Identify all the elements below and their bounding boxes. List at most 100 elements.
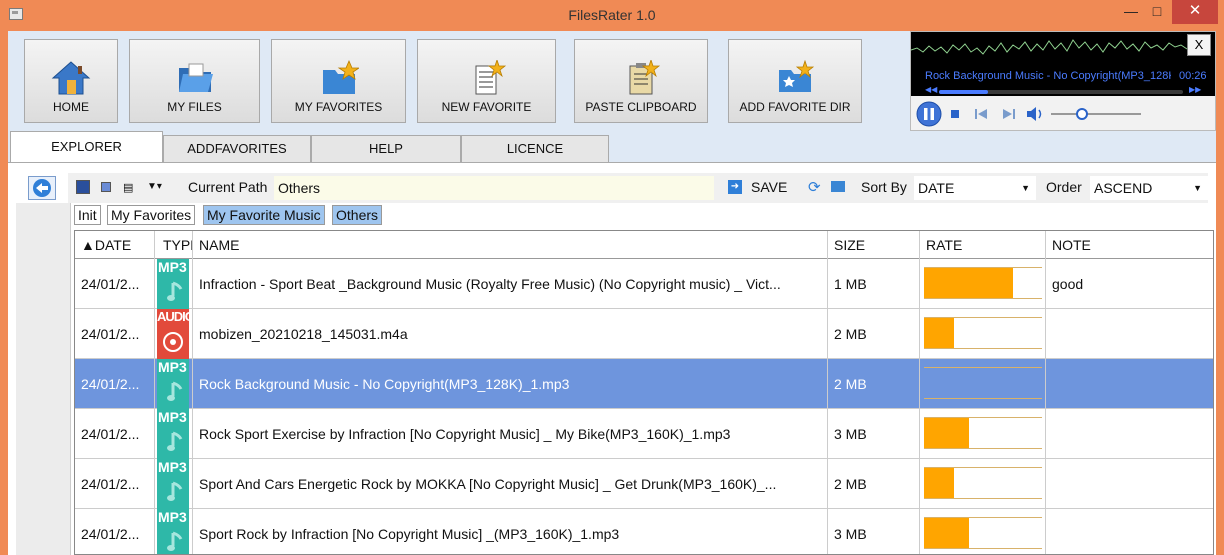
cell-type: MP3 bbox=[155, 409, 193, 459]
cell-type: MP3 bbox=[155, 259, 193, 309]
rating-bar[interactable] bbox=[924, 267, 1042, 299]
cell-note bbox=[1046, 409, 1213, 459]
my-files-button[interactable]: MY FILES bbox=[129, 39, 260, 123]
rating-bar[interactable] bbox=[924, 467, 1042, 499]
folder-icon[interactable] bbox=[831, 181, 845, 192]
rating-bar-fill bbox=[924, 518, 969, 548]
new-favorite-button-label: NEW FAVORITE bbox=[441, 100, 532, 114]
order-select[interactable]: ASCEND ▼ bbox=[1090, 176, 1208, 200]
new-favorite-button[interactable]: NEW FAVORITE bbox=[417, 39, 556, 123]
path-toolbar: ▤ ▼▾ Current Path Others ➜ SAVE ⟳ Sort B… bbox=[68, 173, 1208, 203]
file-type-label: MP3 bbox=[158, 409, 187, 425]
order-label: Order bbox=[1046, 179, 1082, 195]
minimize-button[interactable]: — bbox=[1118, 0, 1144, 24]
home-button-label: HOME bbox=[53, 100, 89, 114]
grid-view-icon[interactable] bbox=[76, 180, 90, 194]
player-controls bbox=[911, 98, 1215, 130]
volume-icon[interactable] bbox=[1027, 107, 1042, 121]
back-button[interactable] bbox=[28, 176, 56, 200]
chevron-down-icon: ▼ bbox=[1193, 183, 1202, 193]
cell-name: Rock Sport Exercise by Infraction [No Co… bbox=[193, 409, 828, 459]
table-row[interactable]: 24/01/2... MP3 Infraction - Sport Beat _Ba… bbox=[75, 259, 1213, 309]
refresh-icon[interactable]: ⟳ bbox=[808, 178, 821, 196]
file-type-label: AUDIO bbox=[157, 309, 193, 324]
my-favorites-button[interactable]: MY FAVORITES bbox=[271, 39, 406, 123]
view-dropdown-icon[interactable]: ▼▾ bbox=[147, 181, 162, 192]
seek-start-icon: ◀◀ bbox=[925, 85, 938, 94]
volume-slider-track[interactable] bbox=[1051, 113, 1141, 115]
player-close-button[interactable]: X bbox=[1187, 34, 1211, 56]
seek-bar[interactable] bbox=[939, 90, 1183, 94]
my-files-button-label: MY FILES bbox=[167, 100, 222, 114]
sort-by-label: Sort By bbox=[861, 179, 907, 195]
cell-date: 24/01/2... bbox=[75, 509, 155, 554]
cell-size: 2 MB bbox=[828, 459, 920, 509]
rating-bar[interactable] bbox=[924, 367, 1042, 399]
client-area: HOME MY FILES MY FAVORITES NEW FAVORITE … bbox=[8, 31, 1216, 555]
previous-button[interactable] bbox=[975, 109, 987, 119]
current-path-input[interactable]: Others bbox=[274, 176, 714, 200]
breadcrumb-others[interactable]: Others bbox=[332, 205, 383, 225]
breadcrumb-my-favorite-music[interactable]: My Favorite Music bbox=[203, 205, 325, 225]
table-row[interactable]: 24/01/2... MP3 Sport Rock by Infraction [N… bbox=[75, 509, 1213, 554]
cell-size: 1 MB bbox=[828, 259, 920, 309]
table-row[interactable]: 24/01/2... MP3 Sport And Cars Energetic Ro… bbox=[75, 459, 1213, 509]
table-row[interactable]: 24/01/2... MP3 Rock Background Music - No … bbox=[75, 359, 1213, 409]
cell-note bbox=[1046, 459, 1213, 509]
order-value: ASCEND bbox=[1094, 180, 1153, 196]
tab-addfavorites[interactable]: ADDFAVORITES bbox=[163, 135, 311, 163]
table-row[interactable]: 24/01/2... AUDIO mobizen_20210218_145031.m… bbox=[75, 309, 1213, 359]
small-icons-view-icon[interactable] bbox=[101, 182, 111, 192]
tab-explorer[interactable]: EXPLORER bbox=[10, 131, 163, 164]
left-navigation bbox=[16, 203, 71, 555]
pause-button[interactable] bbox=[916, 101, 942, 127]
table-row[interactable]: 24/01/2... MP3 Rock Sport Exercise by Infr… bbox=[75, 409, 1213, 459]
cell-rate bbox=[920, 459, 1046, 509]
column-header-rate[interactable]: RATE bbox=[920, 231, 1046, 259]
sort-by-value: DATE bbox=[918, 180, 955, 196]
breadcrumb-my-favorites[interactable]: My Favorites bbox=[107, 205, 196, 225]
music-note-icon bbox=[167, 381, 183, 401]
tab-help[interactable]: HELP bbox=[311, 135, 461, 163]
list-view-icon[interactable]: ▤ bbox=[123, 181, 133, 194]
next-button[interactable] bbox=[1003, 109, 1015, 119]
explorer-panel: ▤ ▼▾ Current Path Others ➜ SAVE ⟳ Sort B… bbox=[8, 163, 1216, 555]
cell-name: Sport Rock by Infraction [No Copyright M… bbox=[193, 509, 828, 554]
cell-type: MP3 bbox=[155, 359, 193, 409]
music-note-icon bbox=[167, 531, 183, 551]
clipboard-star-icon bbox=[629, 60, 661, 95]
rating-bar[interactable] bbox=[924, 317, 1042, 349]
cell-rate bbox=[920, 359, 1046, 409]
cell-name: Infraction - Sport Beat _Background Musi… bbox=[193, 259, 828, 309]
rating-bar[interactable] bbox=[924, 517, 1042, 549]
add-favorite-dir-button-label: ADD FAVORITE DIR bbox=[739, 100, 851, 114]
file-type-label: MP3 bbox=[158, 459, 187, 475]
column-header-size[interactable]: SIZE bbox=[828, 231, 920, 259]
paste-clipboard-button[interactable]: PASTE CLIPBOARD bbox=[574, 39, 708, 123]
cell-date: 24/01/2... bbox=[75, 359, 155, 409]
close-window-button[interactable]: ✕ bbox=[1172, 0, 1218, 24]
column-header-type[interactable]: TYPE bbox=[155, 231, 193, 259]
maximize-button[interactable]: □ bbox=[1144, 0, 1170, 24]
rating-bar[interactable] bbox=[924, 417, 1042, 449]
seek-bar-fill bbox=[939, 90, 988, 94]
save-button[interactable]: SAVE bbox=[751, 179, 787, 195]
tab-licence[interactable]: LICENCE bbox=[461, 135, 609, 163]
column-header-date[interactable]: ▲DATE bbox=[75, 231, 155, 259]
add-favorite-dir-button[interactable]: ADD FAVORITE DIR bbox=[728, 39, 862, 123]
folder-open-icon bbox=[178, 63, 213, 92]
seek-end-icon: ▶▶ bbox=[1189, 85, 1202, 94]
mp3-file-icon: MP3 bbox=[157, 259, 189, 309]
window-title: FilesRater 1.0 bbox=[568, 7, 656, 23]
volume-slider-knob[interactable] bbox=[1076, 108, 1088, 120]
file-type-label: MP3 bbox=[158, 509, 187, 525]
column-header-note[interactable]: NOTE bbox=[1046, 231, 1213, 259]
stop-button[interactable] bbox=[951, 110, 959, 118]
home-button[interactable]: HOME bbox=[24, 39, 118, 123]
breadcrumb-init[interactable]: Init bbox=[74, 205, 101, 225]
sort-by-select[interactable]: DATE ▼ bbox=[914, 176, 1036, 200]
save-arrow-icon[interactable]: ➜ bbox=[728, 180, 742, 194]
cell-note bbox=[1046, 359, 1213, 409]
title-bar[interactable]: FilesRater 1.0 — □ ✕ bbox=[0, 0, 1224, 31]
column-header-name[interactable]: NAME bbox=[193, 231, 828, 259]
